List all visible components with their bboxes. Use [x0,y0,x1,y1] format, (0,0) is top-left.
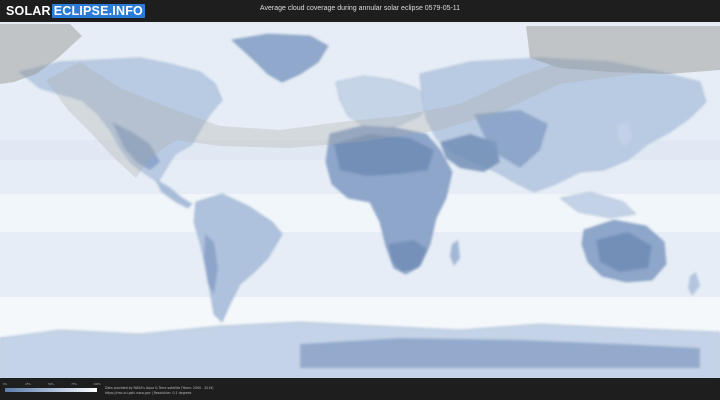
legend-tick-100: 100% [93,383,101,386]
credits-line-url[interactable]: https://neo.sci.gsfc.nasa.gov | Resoluti… [105,391,214,396]
page-title: Average cloud coverage during annular so… [259,5,461,12]
data-credits: Data provided by NASA's Aqua & Terra sat… [105,386,214,396]
legend-tick-0: 0% [2,383,8,386]
footer-bar: 0% 25% 50% 75% 100% Data provided by NAS… [0,378,720,400]
legend-color-gradient [5,388,97,392]
cloud-coverage-map [0,22,720,378]
header-bar: SOLAR ECLIPSE.INFO Average cloud coverag… [0,0,720,22]
legend-tick-labels: 0% 25% 50% 75% 100% [2,383,101,387]
legend-tick-25: 25% [25,383,31,386]
legend-tick-75: 75% [71,383,77,386]
legend-tick-50: 50% [48,383,54,386]
